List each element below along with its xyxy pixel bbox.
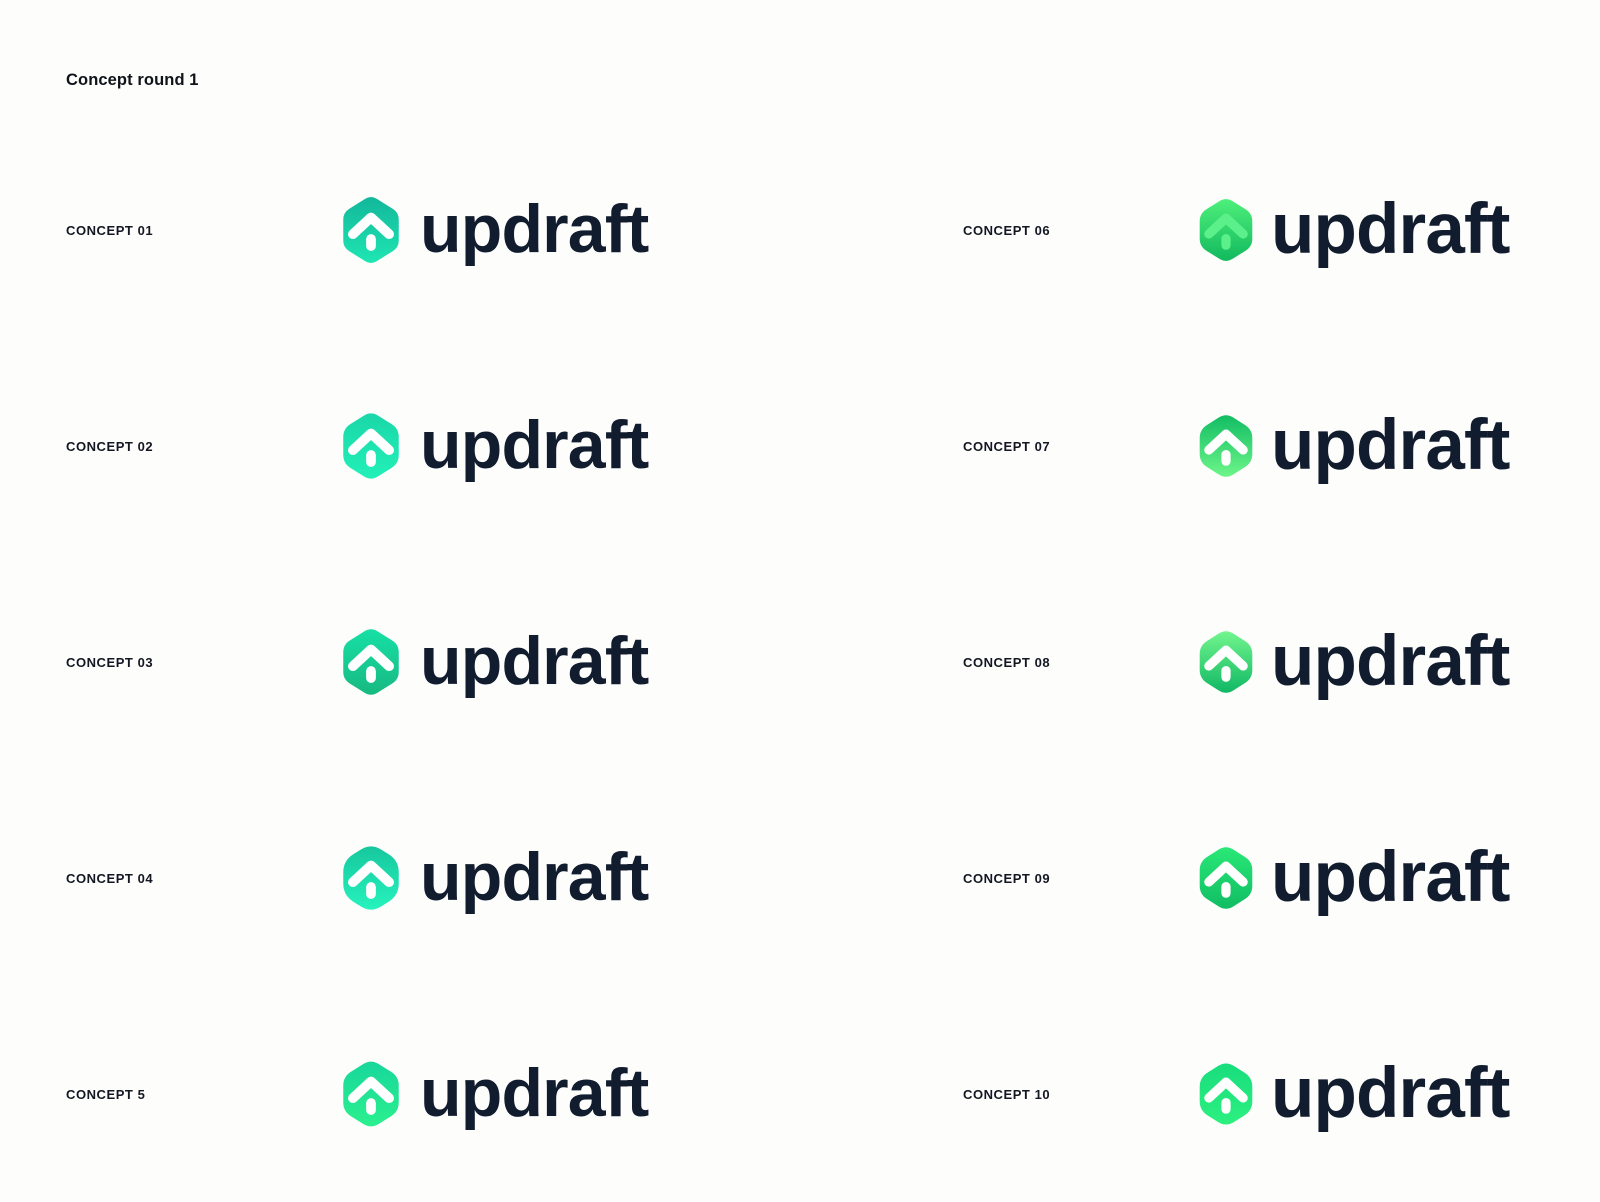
wordmark: updraft [420,839,649,916]
concept-label: CONCEPT 08 [963,654,1051,670]
concept-column-left: CONCEPT 01 updraft CONCEPT 02 updraft CO… [66,122,896,1182]
logo-lockup[interactable]: updraft [336,407,649,485]
logo-lockup[interactable]: updraft [1193,1057,1510,1131]
hexagon-mark-icon [1199,1063,1253,1125]
hexagon-mark-icon [1199,847,1253,909]
concept-label: CONCEPT 10 [963,1086,1051,1102]
wordmark: updraft [420,407,649,484]
concept-label: CONCEPT 03 [66,654,154,670]
logo-lockup[interactable]: updraft [1193,193,1510,267]
wordmark: updraft [1271,406,1510,486]
concept-row[interactable]: CONCEPT 08 updraft [963,554,1563,770]
concept-label: CONCEPT 04 [66,870,154,886]
logo-lockup[interactable]: updraft [336,839,649,917]
concept-row[interactable]: CONCEPT 01 updraft [66,122,896,338]
concept-row[interactable]: CONCEPT 02 updraft [66,338,896,554]
wordmark: updraft [1271,622,1510,702]
concept-row[interactable]: CONCEPT 10 updraft [963,986,1563,1202]
concept-column-right: CONCEPT 06 updraft CONCEPT 07 updraft CO… [963,122,1563,1182]
board-title: Concept round 1 [66,71,199,89]
concept-row[interactable]: CONCEPT 04 updraft [66,770,896,986]
hexagon-mark-icon [343,846,399,910]
hexagon-mark-icon [343,413,399,479]
wordmark: updraft [420,1055,649,1132]
concept-grid: CONCEPT 01 updraft CONCEPT 02 updraft CO… [0,122,1600,1182]
logo-lockup[interactable]: updraft [1193,625,1510,699]
concept-row[interactable]: CONCEPT 09 updraft [963,770,1563,986]
logo-lockup[interactable]: updraft [336,1055,649,1133]
concept-label: CONCEPT 09 [963,870,1051,886]
wordmark: updraft [1271,1054,1510,1134]
concept-row[interactable]: CONCEPT 07 updraft [963,338,1563,554]
hexagon-mark-icon [343,629,399,695]
concept-row[interactable]: CONCEPT 5 updraft [66,986,896,1202]
wordmark: updraft [1271,838,1510,918]
concept-label: CONCEPT 06 [963,222,1051,238]
logo-lockup[interactable]: updraft [336,191,649,269]
hexagon-mark-icon [1199,631,1253,693]
concept-label: CONCEPT 07 [963,438,1051,454]
wordmark: updraft [1271,190,1510,270]
concept-label: CONCEPT 02 [66,438,154,454]
concept-label: CONCEPT 5 [66,1086,146,1102]
concept-row[interactable]: CONCEPT 06 updraft [963,122,1563,338]
hexagon-mark-icon [343,197,399,263]
hexagon-mark-icon [1199,199,1253,261]
hexagon-mark-icon [1199,415,1253,477]
logo-lockup[interactable]: updraft [1193,409,1510,483]
logo-lockup[interactable]: updraft [336,623,649,701]
concept-row[interactable]: CONCEPT 03 updraft [66,554,896,770]
hexagon-mark-icon [343,1061,399,1127]
wordmark: updraft [420,623,649,700]
concept-label: CONCEPT 01 [66,222,154,238]
logo-lockup[interactable]: updraft [1193,841,1510,915]
wordmark: updraft [420,191,649,268]
